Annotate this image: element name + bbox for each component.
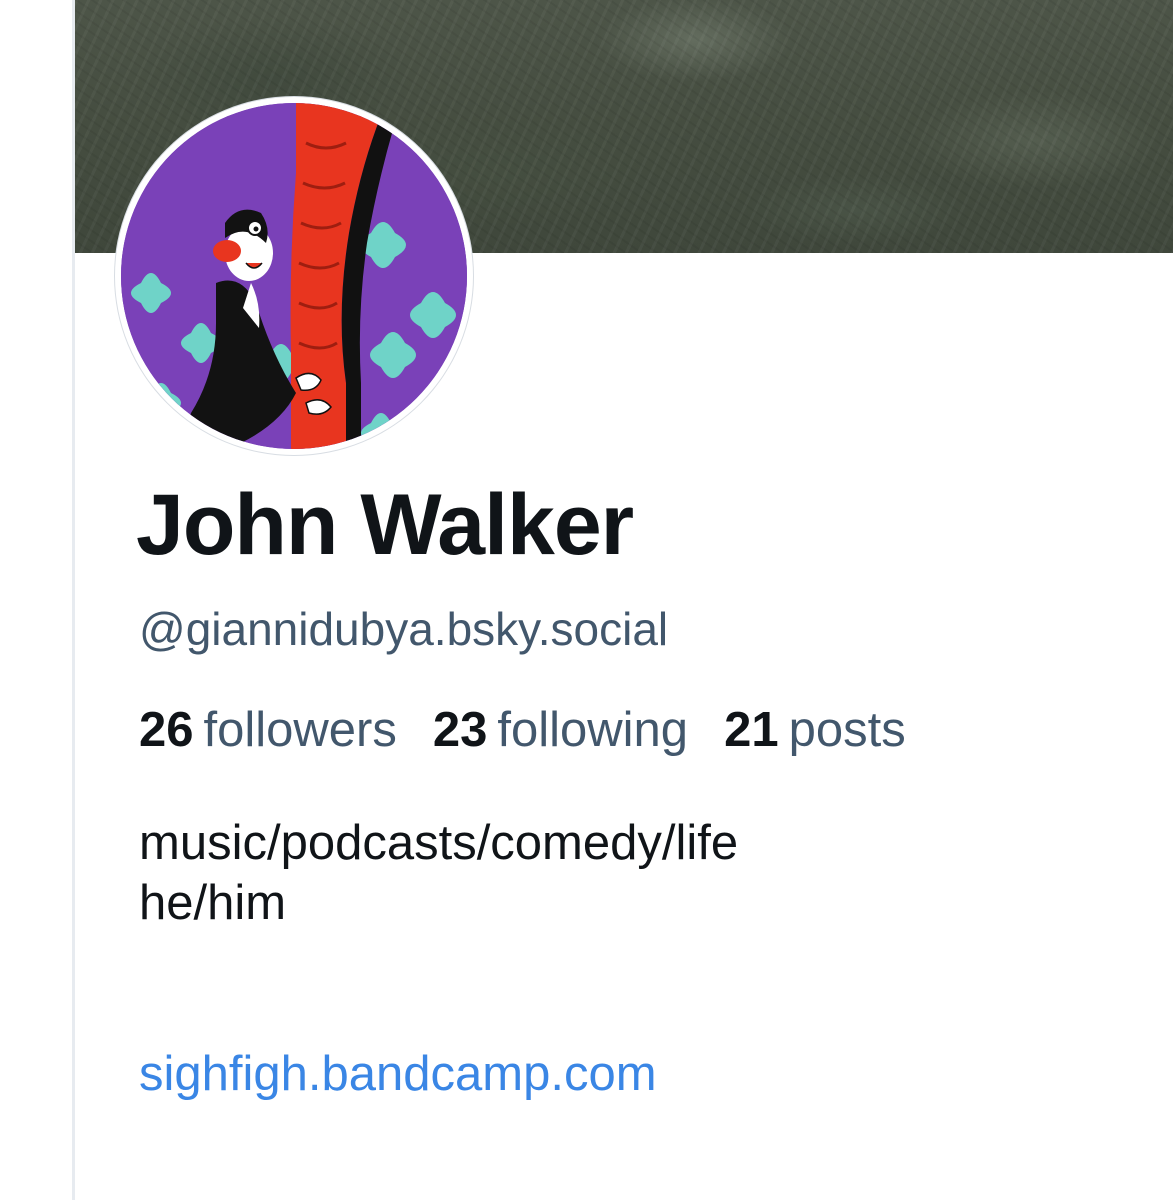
posts-count: 21 xyxy=(724,703,779,757)
bio-line: he/him xyxy=(139,876,287,931)
bio-line: music/podcasts/comedy/life xyxy=(139,816,739,870)
followers-label: followers xyxy=(203,703,397,757)
profile-bio: music/podcasts/comedy/life he/him xyxy=(139,813,738,934)
following-stat[interactable]: 23 following xyxy=(432,703,689,758)
posts-label: posts xyxy=(788,703,906,757)
bio-link[interactable]: sighfigh.bandcamp.com xyxy=(139,1047,657,1102)
profile-stats: 26 followers 23 following 21 posts xyxy=(139,703,906,758)
cartoon-cat-avatar-icon xyxy=(121,103,467,449)
left-gutter xyxy=(0,0,72,1200)
following-count: 23 xyxy=(432,703,488,757)
posts-stat: 21 posts xyxy=(724,703,906,758)
avatar[interactable] xyxy=(121,103,467,449)
profile-handle: @giannidubya.bsky.social xyxy=(139,603,669,655)
followers-stat[interactable]: 26 followers xyxy=(139,703,397,758)
display-name: John Walker xyxy=(136,477,634,573)
following-label: following xyxy=(497,703,689,757)
followers-count: 26 xyxy=(139,703,194,757)
